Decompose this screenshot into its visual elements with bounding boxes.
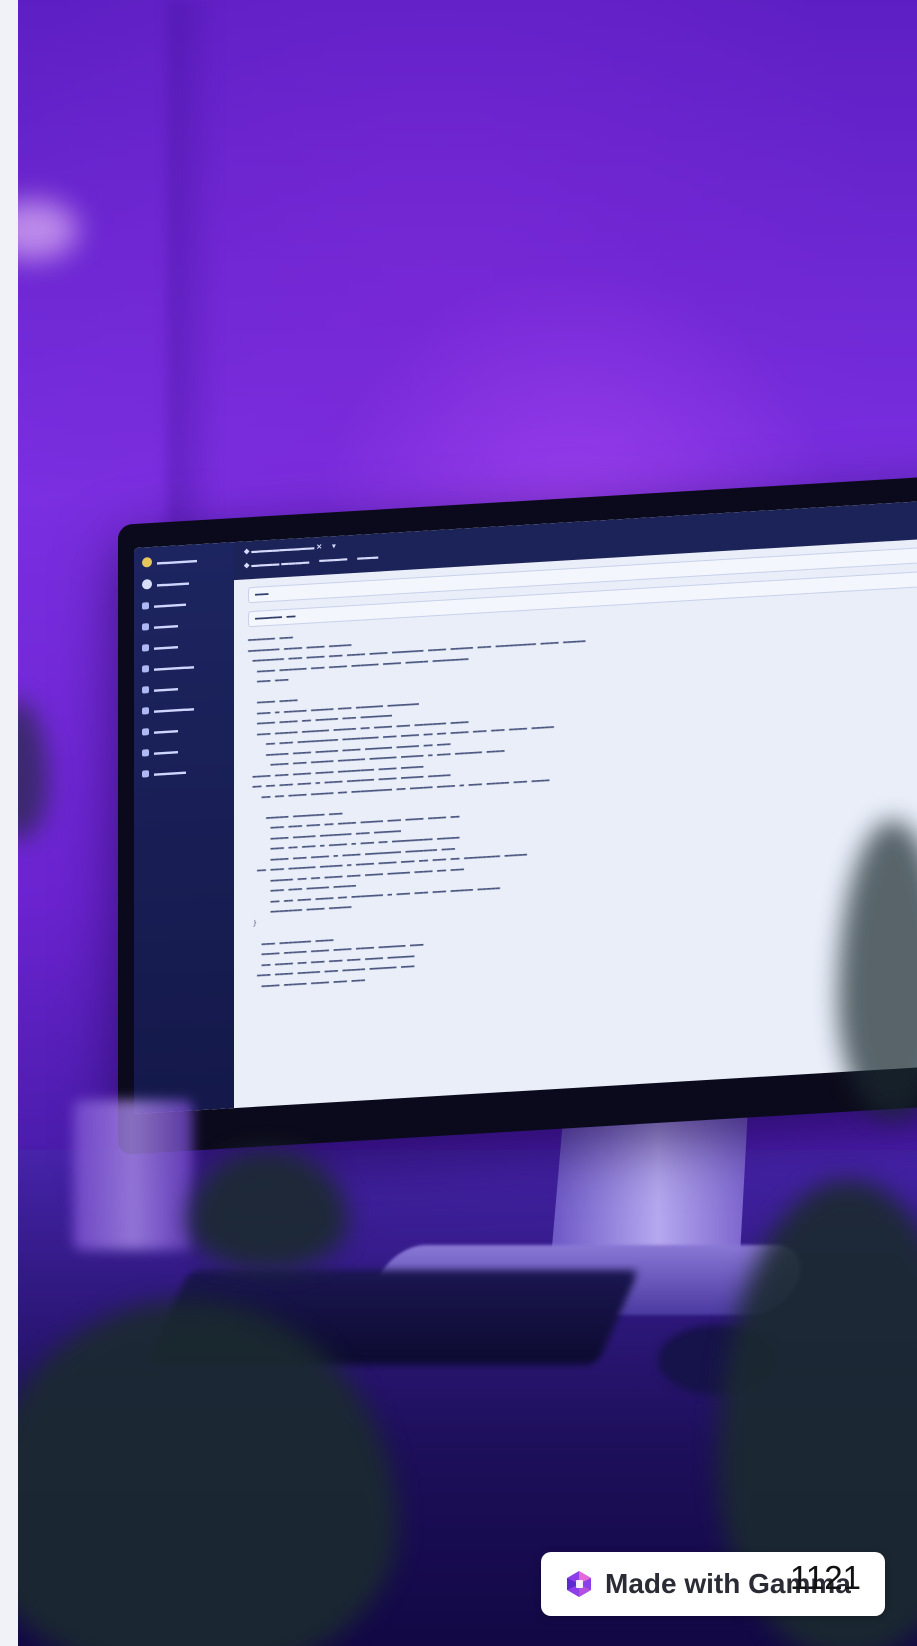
blurred-code-editor: ▬▬▬ ▬▬▬▬▬▬ ▬▬ ▬▬▬▬▬▬ ▬▬▬ ▬▬▬▬▬▬▬ ▬▬▬▬ ▬▬… [234,534,917,1109]
monitor: ▬▬▬▬▬ ▬▬▬▬ ▬▬▬▬ ▬▬▬ ▬▬▬ ▬▬▬▬▬ ▬▬▬ ▬▬▬▬▬ … [118,471,917,1155]
background-leaf [18,700,48,840]
background-photo: ▬▬▬▬▬ ▬▬▬▬ ▬▬▬▬ ▬▬▬ ▬▬▬ ▬▬▬▬▬ ▬▬▬ ▬▬▬▬▬ … [18,0,917,1646]
sidebar-item: ▬▬▬▬ [142,597,226,611]
sidebar-user: ▬▬▬▬ [142,575,226,590]
left-margin-strip [0,0,18,1646]
sidebar-item: ▬▬▬ [142,681,226,695]
gamma-logo-icon [567,1571,591,1597]
blurred-sidebar: ▬▬▬▬▬ ▬▬▬▬ ▬▬▬▬ ▬▬▬ ▬▬▬ ▬▬▬▬▬ ▬▬▬ ▬▬▬▬▬ … [134,542,234,1115]
sidebar-item: ▬▬▬▬▬ [142,660,226,674]
sidebar-item: ▬▬▬▬▬ [142,702,226,716]
sidebar-item: ▬▬▬ [142,723,226,737]
sidebar-item: ▬▬▬ [142,744,226,758]
sidebar-item: ▬▬▬ [142,618,226,632]
sidebar-item: ▬▬▬ [142,639,226,653]
page-number: 1121 [790,1559,861,1596]
monitor-screen: ▬▬▬▬▬ ▬▬▬▬ ▬▬▬▬ ▬▬▬ ▬▬▬ ▬▬▬▬▬ ▬▬▬ ▬▬▬▬▬ … [134,495,917,1115]
light-glow [18,200,78,260]
sidebar-item: ▬▬▬▬ [142,765,226,779]
sidebar-brand: ▬▬▬▬▬ [142,553,226,568]
plant-pot [73,1100,193,1250]
